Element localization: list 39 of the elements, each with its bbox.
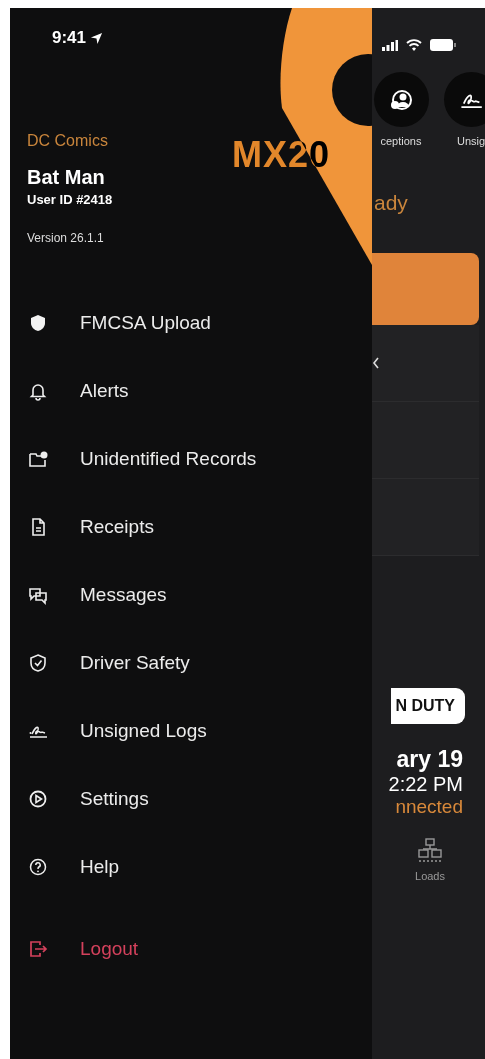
folder-icon (28, 449, 48, 469)
battery-icon (430, 39, 456, 51)
status-time: 9:41 (52, 28, 87, 48)
logout-icon (28, 939, 48, 959)
signal-icon (382, 39, 398, 51)
settings-icon (28, 789, 48, 809)
person-alert-icon (389, 87, 413, 112)
menu-item[interactable]: Alerts (10, 357, 372, 425)
company-name: DC Comics (27, 132, 109, 150)
date-text: ary 19 (396, 746, 463, 773)
menu-item[interactable]: Driver Safety (10, 629, 372, 697)
menu-item[interactable]: Receipts (10, 493, 372, 561)
time-text: 2:22 PM (388, 773, 463, 796)
help-icon (28, 857, 48, 877)
user-id: User ID #2418 (27, 192, 114, 207)
shortcut-label: Unsig (456, 135, 485, 147)
location-arrow-icon (90, 31, 104, 45)
menu-item[interactable]: Unsigned Logs (10, 697, 372, 765)
app-version: Version 26.1.1 (27, 231, 105, 245)
loads-tab[interactable]: Loads (415, 838, 445, 882)
menu-item[interactable]: Unidentified Records (10, 425, 372, 493)
network-icon (418, 838, 442, 864)
menu-item[interactable]: FMCSA Upload (10, 289, 372, 357)
shortcut-button[interactable] (443, 72, 485, 127)
menu-item[interactable]: Messages (10, 561, 372, 629)
user-name: Bat Man (27, 166, 106, 189)
status-heading: ady (374, 191, 409, 215)
chevron-left-icon (372, 357, 380, 369)
menu-item[interactable]: Help (10, 833, 372, 901)
menu-item[interactable]: Settings (10, 765, 372, 833)
shield-icon (28, 313, 48, 333)
shield-check-icon (28, 653, 48, 673)
duty-status-button[interactable]: N DUTY (391, 688, 465, 724)
shortcut-label: ceptions (380, 135, 422, 147)
chat-bubbles-icon (28, 585, 48, 605)
connection-status: nnected (395, 796, 463, 818)
bell-icon (28, 381, 48, 401)
wifi-icon (406, 39, 422, 51)
menu-item[interactable]: Logout (10, 915, 372, 983)
